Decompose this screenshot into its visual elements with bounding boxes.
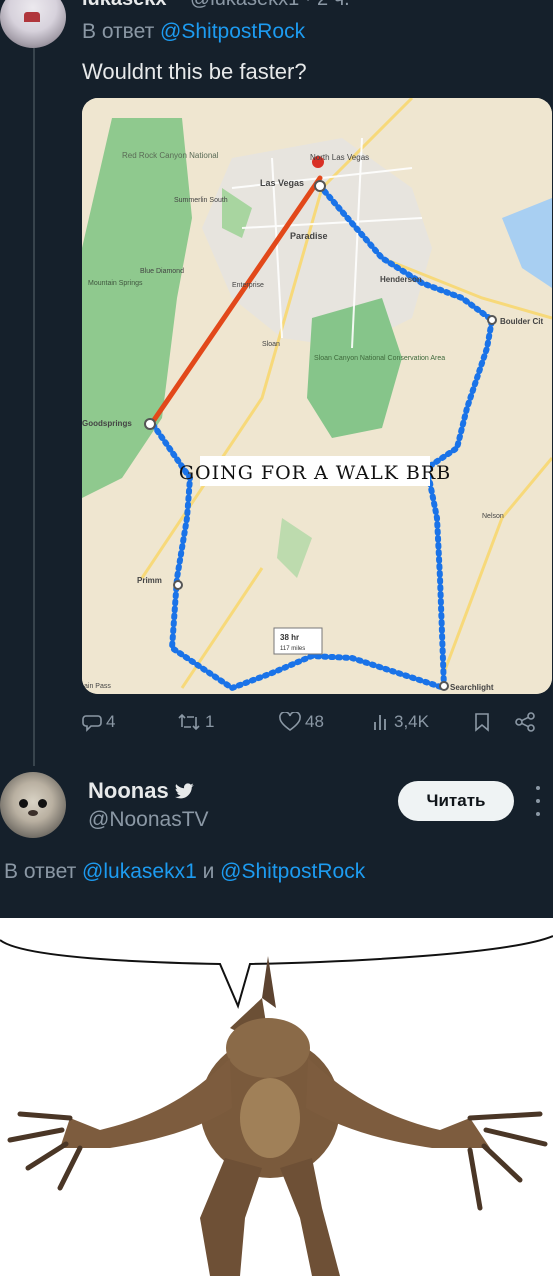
reply-mention-link-2[interactable]: @ShitpostRock	[220, 860, 365, 883]
route-distance: 117 miles	[280, 646, 305, 652]
reply-context: В ответ @ShitpostRock	[82, 20, 305, 44]
reply-meme-image[interactable]	[0, 918, 553, 1276]
share-icon	[515, 712, 535, 732]
label-blue-diamond: Blue Diamond	[140, 268, 184, 275]
retweet-icon	[178, 713, 200, 731]
author-name-text: Noonas	[88, 778, 169, 803]
reply-count: 4	[106, 712, 116, 731]
author-name-2[interactable]: Noonas	[88, 778, 195, 804]
label-sloan: Sloan	[262, 341, 280, 348]
avatar-eye	[38, 799, 47, 808]
twitter-bird-icon	[174, 783, 194, 799]
avatar-figure	[24, 12, 40, 22]
route-duration: 38 hr	[280, 633, 299, 642]
reply-icon	[82, 715, 102, 732]
label-primm: Primm	[137, 576, 162, 585]
author-handle-2: @NoonasTV	[88, 808, 209, 831]
label-mountain-pass: ain Pass	[84, 683, 111, 690]
label-henderson: Henderson	[380, 275, 422, 284]
label-las-vegas: Las Vegas	[260, 178, 304, 188]
author-avatar-2[interactable]	[0, 772, 66, 838]
reply-prefix-2: В ответ	[4, 860, 77, 883]
label-north-las-vegas: North Las Vegas	[310, 153, 369, 162]
retweet-action[interactable]: 1	[177, 712, 214, 732]
reply-prefix: В ответ	[82, 20, 155, 43]
tweet-actions: 4 1 48 3,4K	[82, 712, 552, 742]
author-handle: @lukasekx1 · 2 ч.	[190, 0, 350, 11]
label-searchlight: Searchlight	[450, 683, 494, 692]
tweet-text: Wouldnt this be faster?	[82, 59, 307, 84]
follow-button[interactable]: Читать	[398, 781, 514, 821]
label-boulder-city: Boulder Cit	[500, 317, 543, 326]
more-options-icon[interactable]	[534, 786, 542, 816]
label-summerlin: Summerlin South	[174, 197, 228, 204]
views-bar-chart-icon	[374, 715, 386, 730]
views-action[interactable]: 3,4K	[372, 712, 429, 732]
reply-conjunction: и	[202, 860, 215, 883]
reply-mention-link[interactable]: @ShitpostRock	[160, 20, 305, 43]
label-goodsprings: Goodsprings	[82, 419, 132, 428]
label-red-rock: Red Rock Canyon National	[122, 151, 219, 160]
tweet-map-image[interactable]: Red Rock Canyon National North Las Vegas…	[82, 98, 552, 694]
label-mountain-springs: Mountain Springs	[88, 280, 143, 287]
like-count: 48	[305, 712, 324, 731]
bookmark-icon	[475, 713, 489, 732]
label-sloan-canyon: Sloan Canyon National Conservation Area	[314, 355, 445, 362]
share-button[interactable]	[514, 712, 536, 732]
label-nelson: Nelson	[482, 513, 504, 520]
bookmark-button[interactable]	[474, 712, 490, 732]
retweet-count: 1	[205, 712, 215, 731]
map-overlay-caption: GOING FOR A WALK BRB	[179, 462, 451, 484]
avatar-nose	[28, 810, 38, 816]
author-avatar[interactable]	[0, 0, 66, 48]
reply-context-2: В ответ @lukasekx1 и @ShitpostRock	[4, 860, 365, 884]
avatar-eye	[19, 799, 28, 808]
reply-action[interactable]: 4	[82, 712, 115, 732]
label-enterprise: Enterprise	[232, 282, 264, 289]
heart-icon	[279, 712, 301, 731]
label-paradise: Paradise	[290, 231, 328, 241]
thread-connector-line	[33, 48, 35, 766]
like-action[interactable]: 48	[279, 712, 324, 732]
views-count: 3,4K	[394, 712, 429, 731]
reply-mention-link-1[interactable]: @lukasekx1	[82, 860, 197, 883]
author-name[interactable]: lukasekx	[82, 0, 167, 11]
